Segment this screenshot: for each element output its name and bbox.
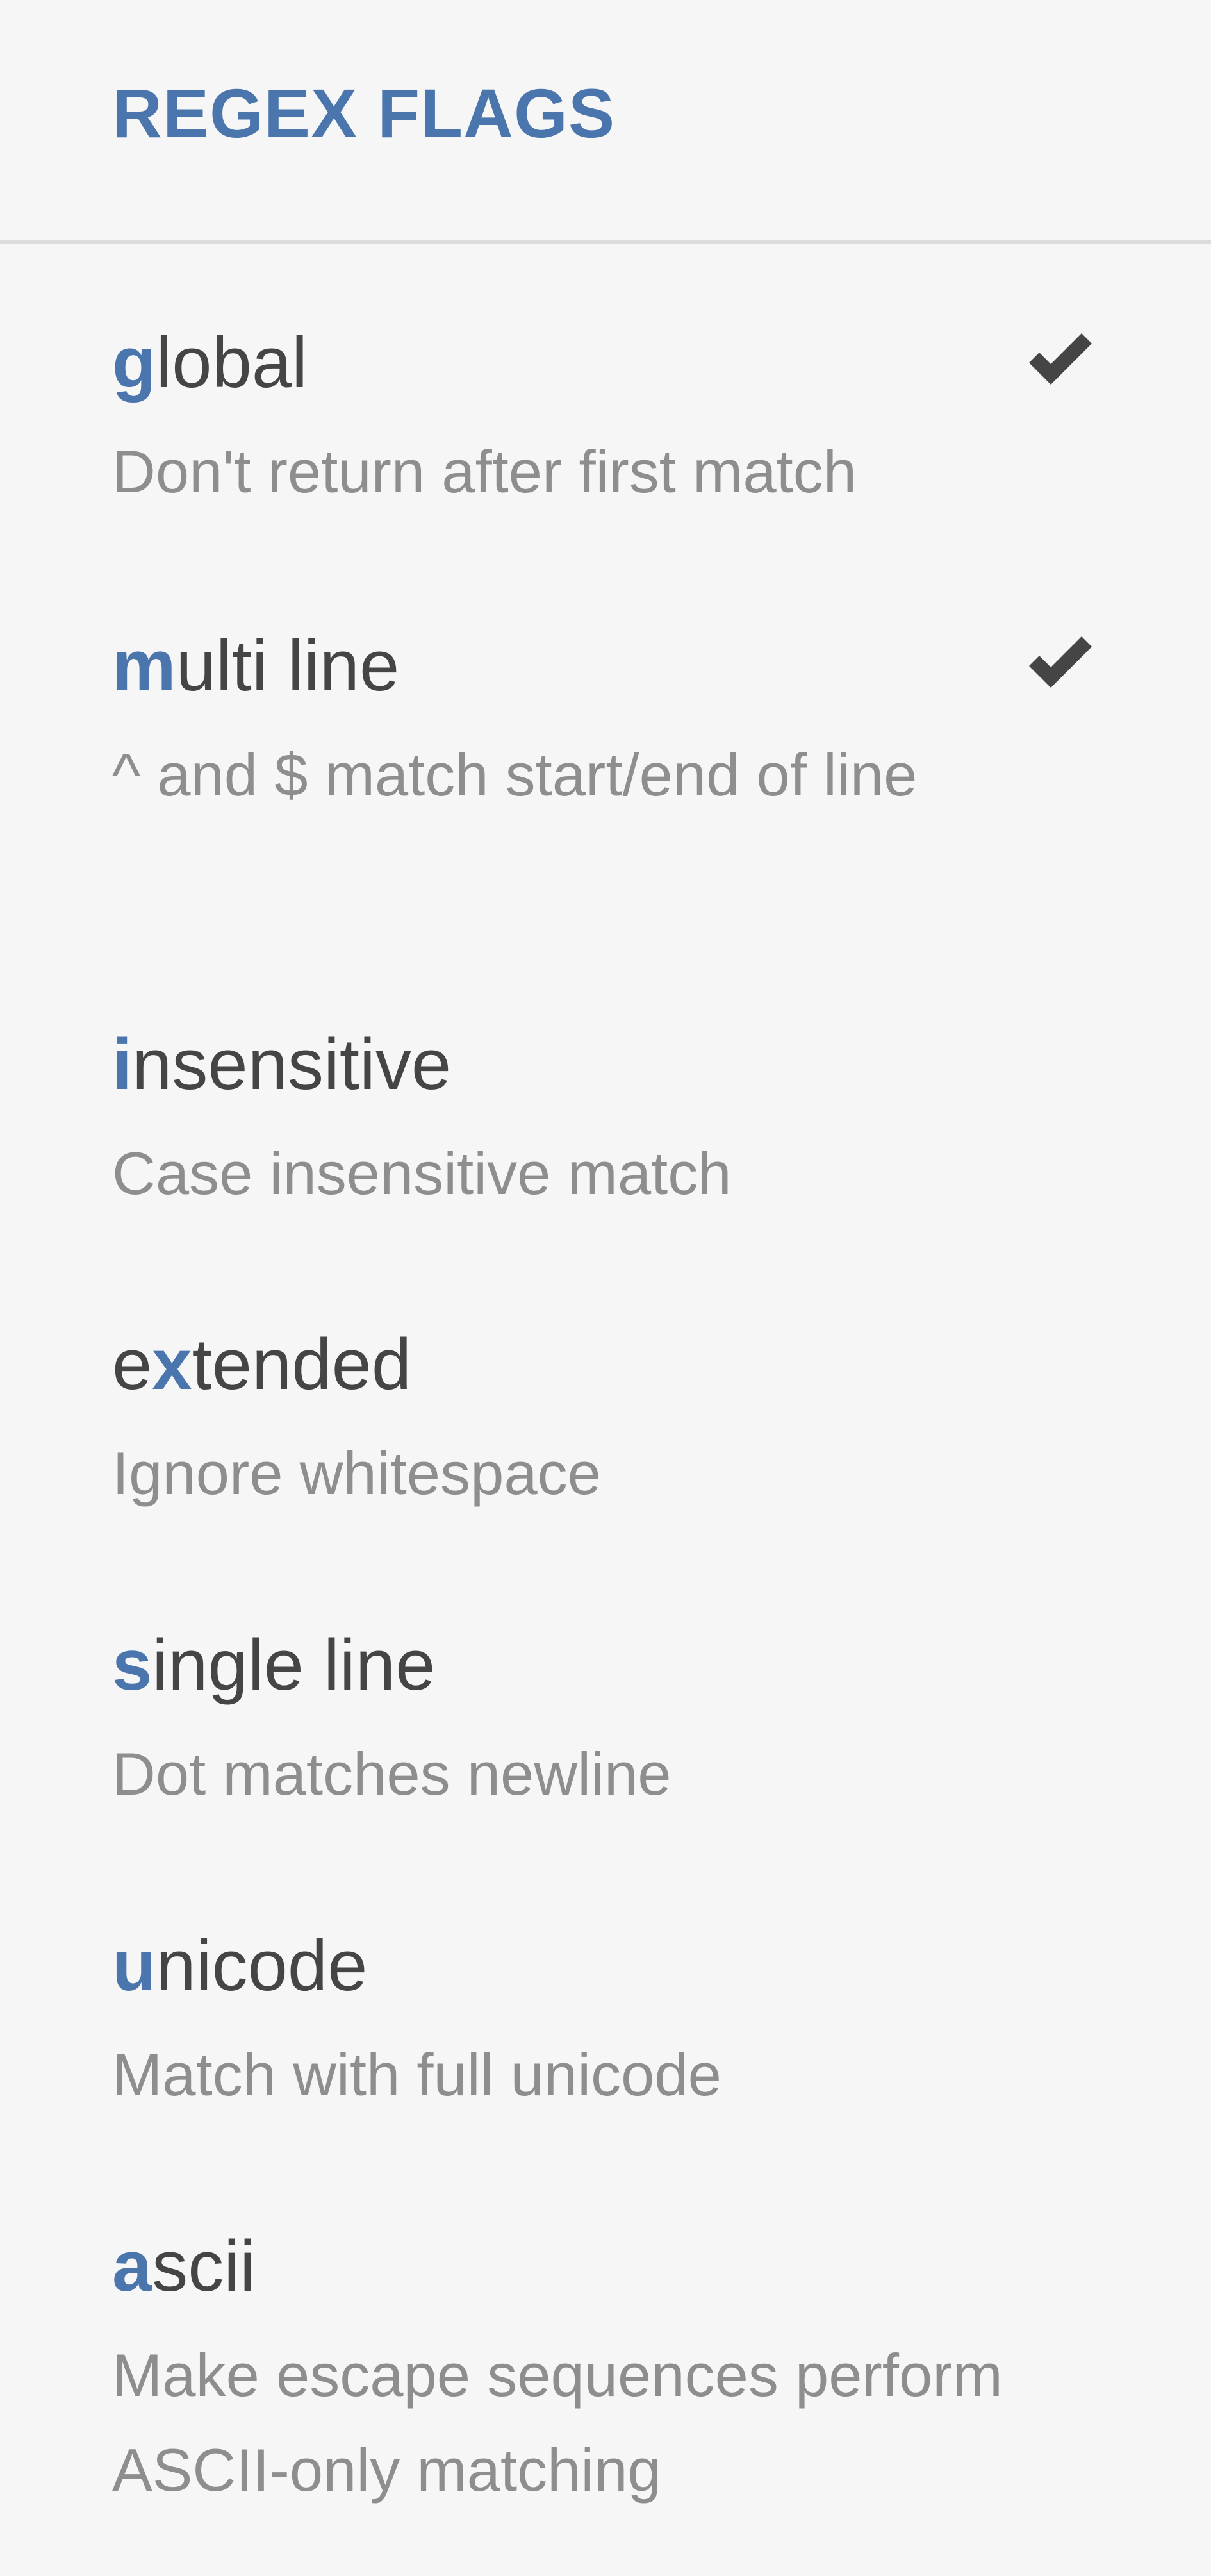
flag-description: Case insensitive match bbox=[112, 1140, 732, 1207]
flag-name-suffix: nicode bbox=[156, 1925, 368, 2006]
regex-flags-panel: REGEX FLAGS global Don't return after fi… bbox=[0, 0, 1211, 2576]
flag-name-suffix: tended bbox=[192, 1324, 412, 1404]
flag-description: Ignore whitespace bbox=[112, 1440, 601, 1507]
flag-description: Dot matches newline bbox=[112, 1740, 671, 1807]
flag-name: extended bbox=[112, 1329, 1019, 1400]
check-icon bbox=[1029, 333, 1092, 385]
flag-name-prefix: e bbox=[112, 1324, 152, 1404]
flag-name: ascii bbox=[112, 2231, 1019, 2302]
flag-shortcut-letter: x bbox=[152, 1324, 192, 1404]
flag-description: Match with full unicode bbox=[112, 2041, 721, 2108]
flag-shortcut-letter: u bbox=[112, 1925, 156, 2006]
flag-item-unicode[interactable]: unicode Match with full unicode bbox=[0, 1930, 1211, 2122]
flag-item-ascii[interactable]: ascii Make escape sequences perform ASCI… bbox=[0, 2231, 1211, 2518]
flag-shortcut-letter: m bbox=[112, 626, 176, 706]
flag-name: insensitive bbox=[112, 1029, 1019, 1101]
flag-description: ^ and $ match start/end of line bbox=[112, 741, 918, 808]
flag-item-global[interactable]: global Don't return after first match bbox=[0, 327, 1211, 519]
flag-name-suffix: lobal bbox=[156, 322, 308, 403]
flag-name: unicode bbox=[112, 1930, 1019, 2002]
flag-name: global bbox=[112, 327, 1019, 399]
flag-shortcut-letter: a bbox=[112, 2226, 152, 2306]
flag-name-suffix: ingle line bbox=[152, 1625, 436, 1705]
flag-shortcut-letter: g bbox=[112, 322, 156, 403]
flag-shortcut-letter: i bbox=[112, 1024, 133, 1104]
flag-name-suffix: scii bbox=[152, 2226, 256, 2306]
flag-name: multi line bbox=[112, 630, 1019, 702]
flag-item-insensitive[interactable]: insensitive Case insensitive match bbox=[0, 1029, 1211, 1221]
flag-description: Make escape sequences perform ASCII-only… bbox=[112, 2341, 1003, 2504]
panel-header: REGEX FLAGS bbox=[0, 0, 1211, 244]
check-icon bbox=[1029, 636, 1092, 688]
flag-item-multi-line[interactable]: multi line ^ and $ match start/end of li… bbox=[0, 630, 1211, 822]
flag-name-suffix: nsensitive bbox=[132, 1024, 452, 1104]
flag-shortcut-letter: s bbox=[112, 1625, 152, 1705]
flag-name: single line bbox=[112, 1629, 1019, 1701]
flag-item-extended[interactable]: extended Ignore whitespace bbox=[0, 1329, 1211, 1521]
panel-title: REGEX FLAGS bbox=[112, 74, 616, 152]
flag-item-single-line[interactable]: single line Dot matches newline bbox=[0, 1629, 1211, 1822]
flag-name-suffix: ulti line bbox=[176, 626, 400, 706]
flag-description: Don't return after first match bbox=[112, 438, 857, 505]
